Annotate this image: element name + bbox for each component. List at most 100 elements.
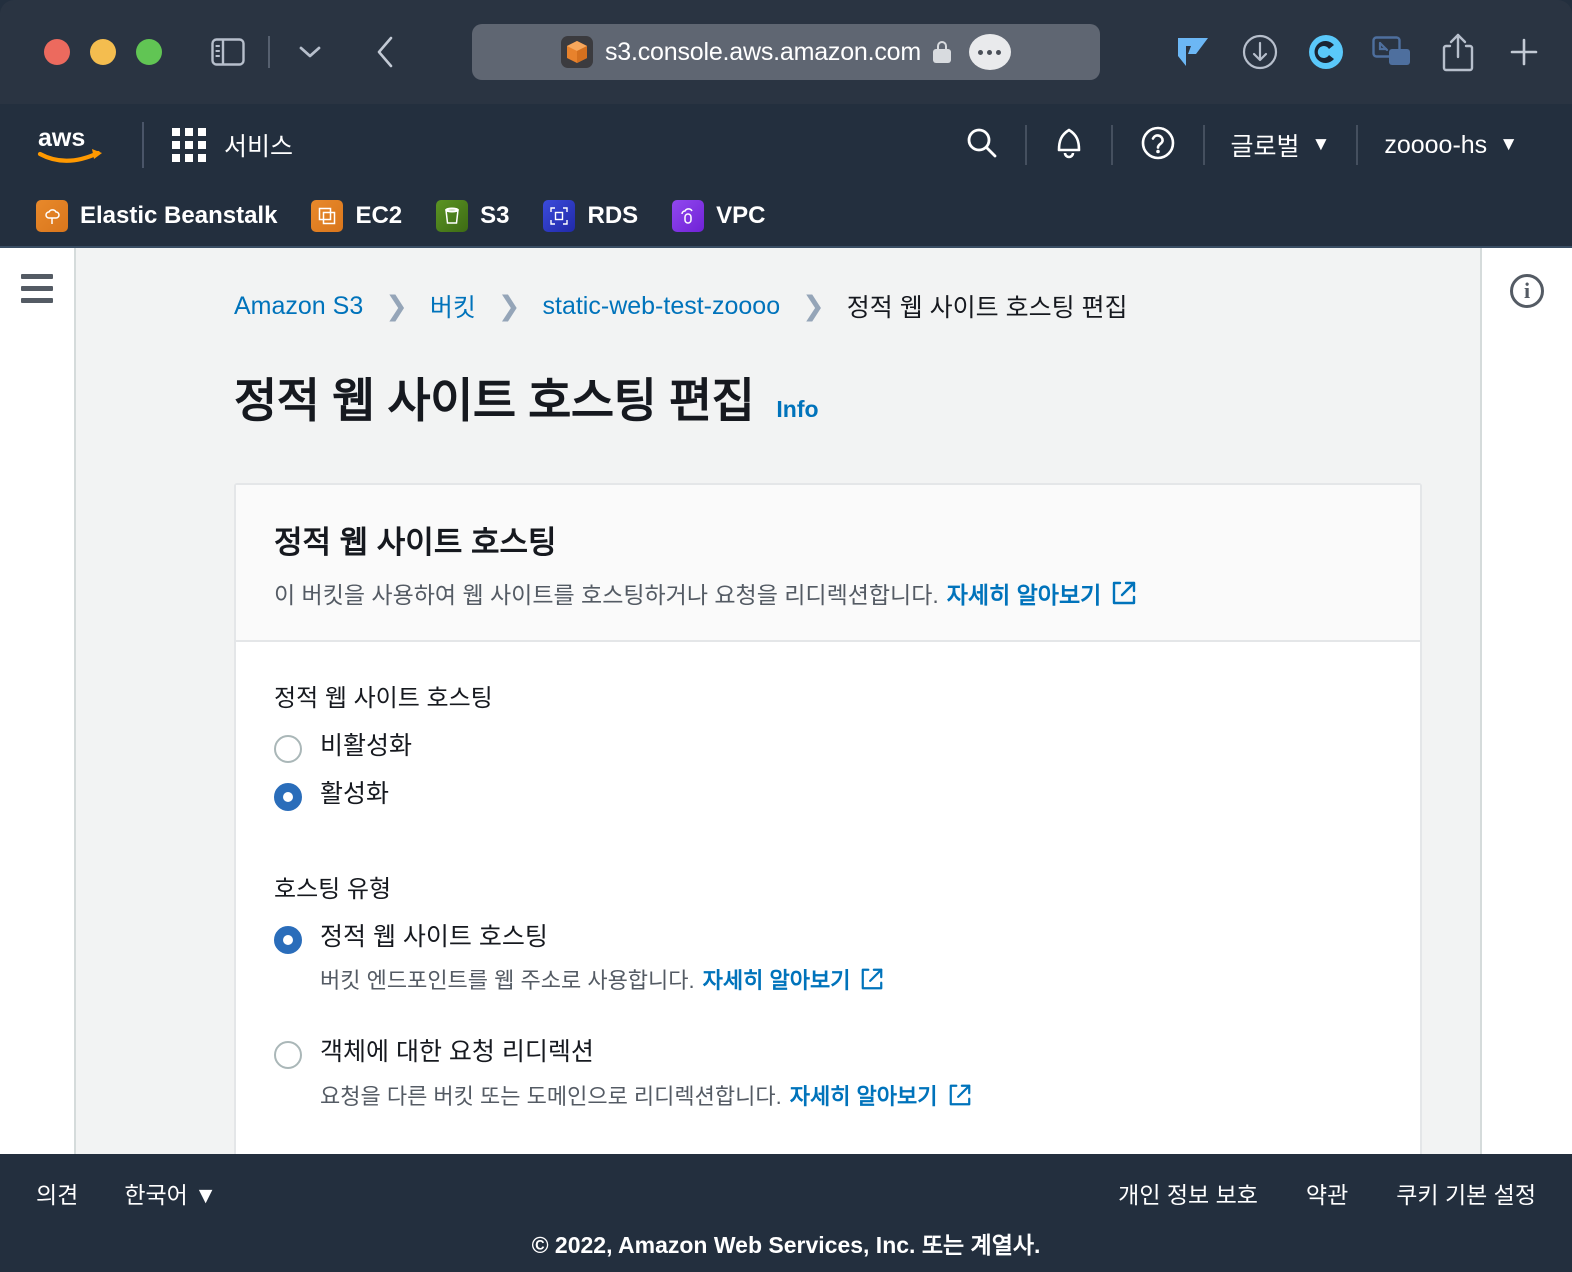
external-link-icon[interactable]: [1111, 580, 1137, 606]
region-label: 글로벌: [1230, 133, 1300, 161]
copyright-text: © 2022, Amazon Web Services, Inc. 또는 계열사…: [531, 1232, 1041, 1258]
url-text: s3.console.aws.amazon.com: [605, 37, 921, 66]
privacy-link[interactable]: 개인 정보 보호: [1118, 1176, 1258, 1210]
grid-apps-icon: [172, 128, 206, 162]
svg-text:aws: aws: [38, 124, 85, 152]
footer-right-group: 개인 정보 보호 약관 쿠키 기본 설정: [1118, 1176, 1536, 1210]
terms-link[interactable]: 약관: [1306, 1176, 1348, 1210]
radio-text: 정적 웹 사이트 호스팅 버킷 엔드포인트를 웹 주소로 사용합니다. 자세히 …: [320, 922, 884, 995]
main-content: Amazon S3 ❯ 버킷 ❯ static-web-test-zoooo ❯…: [76, 248, 1480, 1154]
download-icon[interactable]: [1238, 30, 1282, 74]
external-link-icon[interactable]: [860, 967, 884, 991]
breadcrumb-separator: ❯: [802, 290, 825, 321]
services-label: 서비스: [224, 133, 294, 161]
aws-logo[interactable]: aws: [36, 122, 114, 168]
info-circle-icon[interactable]: i: [1510, 274, 1544, 308]
favorite-ec2[interactable]: EC2: [311, 200, 402, 232]
s3-bucket-favicon: [561, 36, 593, 68]
s3-icon: [436, 200, 469, 232]
vpc-icon: [672, 200, 705, 232]
radio-label: 활성화: [320, 780, 390, 808]
card-header: 정적 웹 사이트 호스팅 이 버킷을 사용하여 웹 사이트를 호스팅하거나 요청…: [236, 485, 1420, 642]
breadcrumb: Amazon S3 ❯ 버킷 ❯ static-web-test-zoooo ❯…: [76, 288, 1480, 324]
maximize-window-button[interactable]: [136, 39, 162, 65]
favorite-label: EC2: [355, 202, 403, 229]
sidebar-toggle-icon[interactable]: [206, 30, 250, 74]
info-link[interactable]: Info: [776, 396, 818, 423]
ec2-icon: [311, 200, 344, 232]
share-icon[interactable]: [1436, 30, 1480, 74]
favorite-elastic-beanstalk[interactable]: Elastic Beanstalk: [36, 200, 277, 232]
card-description-text: 이 버킷을 사용하여 웹 사이트를 호스팅하거나 요청을 리디렉션합니다.: [274, 582, 939, 608]
radio-description: 요청을 다른 버킷 또는 도메인으로 리디렉션합니다. 자세히 알아보기: [320, 1079, 972, 1111]
radio-text: 활성화: [320, 779, 389, 810]
chevron-down-icon[interactable]: [288, 30, 332, 74]
radio-button-redirect-requests[interactable]: [274, 1041, 302, 1070]
radio-button-enabled[interactable]: [274, 783, 302, 811]
picture-in-picture-icon[interactable]: [1370, 30, 1414, 74]
favorite-s3[interactable]: S3: [436, 200, 509, 232]
breadcrumb-item-amazon-s3[interactable]: Amazon S3: [234, 292, 363, 321]
radio-option-disabled[interactable]: 비활성화: [274, 731, 1382, 763]
learn-more-link[interactable]: 자세히 알아보기: [947, 576, 1102, 610]
static-website-hosting-card: 정적 웹 사이트 호스팅 이 버킷을 사용하여 웹 사이트를 호스팅하거나 요청…: [234, 483, 1422, 1154]
radio-label: 정적 웹 사이트 호스팅: [320, 923, 548, 951]
search-button[interactable]: [939, 126, 1025, 165]
rds-icon: [543, 200, 576, 232]
toolbar-divider: [268, 36, 270, 68]
close-window-button[interactable]: [44, 39, 70, 65]
right-info-rail: i: [1480, 248, 1572, 1154]
card-description: 이 버킷을 사용하여 웹 사이트를 호스팅하거나 요청을 리디렉션합니다. 자세…: [274, 576, 1382, 610]
radio-option-static-hosting[interactable]: 정적 웹 사이트 호스팅 버킷 엔드포인트를 웹 주소로 사용합니다. 자세히 …: [274, 922, 1382, 995]
footer-links-row: 의견 한국어 ▼ 개인 정보 보호 약관 쿠키 기본 설정: [0, 1166, 1572, 1220]
breadcrumb-separator: ❯: [497, 290, 521, 321]
feedback-link[interactable]: 의견: [36, 1176, 78, 1210]
radio-button-disabled[interactable]: [274, 735, 302, 763]
page-header: 정적 웹 사이트 호스팅 편집 Info: [76, 362, 1480, 431]
account-label: zoooo-hs: [1384, 130, 1488, 159]
help-button[interactable]: [1113, 124, 1203, 167]
vimium-extension-icon[interactable]: [1172, 30, 1216, 74]
radio-button-static-hosting[interactable]: [274, 926, 302, 954]
breadcrumb-item-buckets[interactable]: 버킷: [430, 288, 476, 324]
language-selector[interactable]: 한국어 ▼: [124, 1176, 217, 1210]
cookie-preferences-link[interactable]: 쿠키 기본 설정: [1396, 1176, 1536, 1210]
chevron-down-icon: ▼: [194, 1182, 217, 1208]
radio-option-redirect-requests[interactable]: 객체에 대한 요청 리디렉션 요청을 다른 버킷 또는 도메인으로 리디렉션합니…: [274, 1037, 1382, 1110]
coinbase-extension-icon[interactable]: [1304, 30, 1348, 74]
breadcrumb-item-bucket-name[interactable]: static-web-test-zoooo: [543, 292, 781, 321]
radio-text: 비활성화: [320, 731, 412, 762]
language-label: 한국어: [124, 1182, 188, 1208]
toolbar-left-group: [206, 30, 408, 74]
favorite-vpc[interactable]: VPC: [672, 200, 766, 232]
minimize-window-button[interactable]: [90, 39, 116, 65]
browser-window: s3.console.aws.amazon.com aws 서비스 글로벌 ▼ …: [0, 0, 1572, 1272]
favorite-rds[interactable]: RDS: [543, 200, 638, 232]
favorite-label: RDS: [587, 202, 639, 229]
radio-text: 객체에 대한 요청 리디렉션 요청을 다른 버킷 또는 도메인으로 리디렉션합니…: [320, 1037, 972, 1110]
learn-more-link[interactable]: 자세히 알아보기: [790, 1079, 938, 1111]
learn-more-link[interactable]: 자세히 알아보기: [703, 963, 851, 995]
services-menu-button[interactable]: 서비스: [172, 127, 293, 163]
back-arrow-icon[interactable]: [364, 30, 408, 74]
radio-description-text: 버킷 엔드포인트를 웹 주소로 사용합니다.: [320, 968, 695, 994]
account-menu[interactable]: zoooo-hs ▼: [1358, 131, 1544, 160]
region-selector[interactable]: 글로벌 ▼: [1205, 127, 1357, 163]
notifications-button[interactable]: [1027, 125, 1111, 166]
external-link-icon[interactable]: [948, 1083, 972, 1107]
page-menu-icon[interactable]: [968, 34, 1011, 70]
chevron-down-icon: ▼: [1499, 134, 1518, 155]
aws-global-nav: aws 서비스 글로벌 ▼ zoooo-hs ▼: [0, 104, 1572, 186]
url-bar[interactable]: s3.console.aws.amazon.com: [472, 24, 1100, 80]
favorite-label: VPC: [716, 202, 766, 229]
hosting-type-label: 호스팅 유형: [274, 876, 392, 903]
search-icon: [965, 126, 999, 165]
card-body: 정적 웹 사이트 호스팅 비활성화 활성화 호스팅 유형 정적 웹 사이트 호스…: [236, 642, 1420, 1154]
hamburger-menu-icon[interactable]: [21, 274, 53, 1154]
lock-icon: [932, 41, 951, 63]
new-tab-icon[interactable]: [1502, 30, 1546, 74]
radio-label: 비활성화: [320, 732, 413, 760]
radio-option-enabled[interactable]: 활성화: [274, 779, 1382, 811]
toolbar-right-group: [1172, 30, 1546, 74]
